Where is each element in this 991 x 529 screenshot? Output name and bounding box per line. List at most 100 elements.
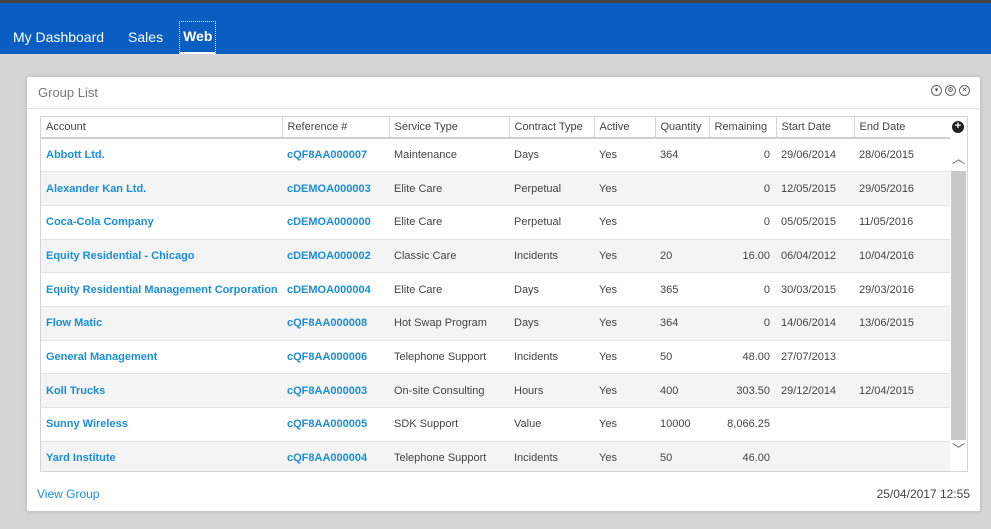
cell-start-date: 30/03/2015: [776, 272, 854, 307]
table-row[interactable]: Sunny Wireless cQF8AA000005 SDK Support Val…: [41, 407, 951, 442]
table-row[interactable]: Flow Matic cQF8AA000008 Hot Swap Program Da…: [41, 306, 951, 341]
table-row[interactable]: Equity Residential Management Corporatio…: [41, 272, 951, 307]
cell-account[interactable]: Equity Residential - Chicago: [41, 239, 282, 274]
cell-remaining: 0: [709, 272, 776, 307]
cell-contract-type: Days: [509, 272, 594, 307]
column-header-service-type[interactable]: Service Type: [389, 117, 510, 139]
cell-reference[interactable]: cDEMOA000004: [282, 272, 389, 307]
cell-remaining: 0: [709, 205, 776, 240]
group-list-table: Account Reference # Service Type Contract T…: [41, 117, 952, 471]
cell-account[interactable]: General Management: [41, 340, 282, 375]
cell-quantity: [655, 171, 709, 206]
dropdown-icon[interactable]: ▾: [931, 85, 942, 96]
scrollbar-thumb[interactable]: [951, 171, 966, 440]
cell-account[interactable]: Koll Trucks: [41, 373, 282, 408]
cell-remaining: 0: [709, 306, 776, 341]
cell-start-date: 29/12/2014: [776, 373, 854, 408]
cell-account[interactable]: Abbott Ltd.: [41, 138, 282, 173]
cell-account[interactable]: Coca-Cola Company: [41, 205, 282, 240]
cell-reference[interactable]: cQF8AA000003: [282, 373, 389, 408]
nav-tab-my-dashboard[interactable]: My Dashboard: [0, 21, 116, 55]
cell-contract-type: Days: [509, 306, 594, 341]
table-row[interactable]: Alexander Kan Ltd. cDEMOA000003 Elite Care…: [41, 171, 951, 206]
column-header-start-date[interactable]: Start Date: [776, 117, 855, 139]
vertical-scrollbar[interactable]: + ︿ ﹀: [950, 117, 967, 471]
cell-contract-type: Incidents: [509, 441, 594, 471]
cell-contract-type: Incidents: [509, 239, 594, 274]
column-header-contract-type[interactable]: Contract Type: [509, 117, 595, 139]
cell-reference[interactable]: cQF8AA000008: [282, 306, 389, 341]
cell-active: Yes: [594, 306, 655, 341]
gear-icon[interactable]: ⚙: [945, 85, 956, 96]
cell-contract-type: Perpetual: [509, 205, 594, 240]
cell-remaining: 16.00: [709, 239, 776, 274]
column-header-remaining[interactable]: Remaining: [709, 117, 777, 139]
cell-remaining: 303.50: [709, 373, 776, 408]
cell-end-date: [854, 340, 951, 375]
cell-end-date: 13/06/2015: [854, 306, 951, 341]
cell-start-date: 29/06/2014: [776, 138, 854, 173]
cell-account[interactable]: Alexander Kan Ltd.: [41, 171, 282, 206]
cell-quantity: 50: [655, 441, 709, 471]
cell-service-type: SDK Support: [389, 407, 509, 442]
cell-active: Yes: [594, 205, 655, 240]
table-row[interactable]: General Management cQF8AA000006 Telephone …: [41, 340, 951, 375]
column-header-active[interactable]: Active: [594, 117, 656, 139]
cell-service-type: Elite Care: [389, 171, 509, 206]
table-row[interactable]: Koll Trucks cQF8AA000003 On-site Consultin…: [41, 373, 951, 408]
cell-reference[interactable]: cQF8AA000004: [282, 441, 389, 471]
cell-reference[interactable]: cQF8AA000005: [282, 407, 389, 442]
cell-contract-type: Days: [509, 138, 594, 173]
cell-quantity: 364: [655, 306, 709, 341]
main-nav: My Dashboard Sales Web: [0, 21, 217, 57]
nav-tab-web[interactable]: Web: [179, 21, 217, 54]
cell-quantity: 20: [655, 239, 709, 274]
cell-start-date: [776, 441, 854, 471]
cell-remaining: 8,066.25: [709, 407, 776, 442]
cell-quantity: 365: [655, 272, 709, 307]
cell-start-date: 05/05/2015: [776, 205, 854, 240]
cell-start-date: [776, 407, 854, 442]
cell-reference[interactable]: cQF8AA000006: [282, 340, 389, 375]
cell-service-type: Maintenance: [389, 138, 509, 173]
cell-account[interactable]: Flow Matic: [41, 306, 282, 341]
cell-active: Yes: [594, 138, 655, 173]
column-header-quantity[interactable]: Quantity: [655, 117, 710, 139]
cell-service-type: Telephone Support: [389, 441, 509, 471]
group-list-grid: Account Reference # Service Type Contract T…: [40, 116, 968, 472]
table-body: Abbott Ltd. cQF8AA000007 Maintenance Days Ye…: [41, 138, 951, 471]
table-row[interactable]: Equity Residential - Chicago cDEMOA000002…: [41, 239, 951, 274]
cell-account[interactable]: Equity Residential Management Corporatio…: [41, 272, 282, 307]
scroll-up-icon[interactable]: ︿: [952, 152, 965, 165]
scroll-down-icon[interactable]: ﹀: [952, 443, 965, 456]
cell-start-date: 14/06/2014: [776, 306, 854, 341]
nav-tab-sales[interactable]: Sales: [116, 21, 175, 55]
view-group-link[interactable]: View Group: [37, 487, 99, 501]
cell-start-date: 27/07/2013: [776, 340, 854, 375]
column-header-end-date[interactable]: End Date: [854, 117, 952, 139]
table-row[interactable]: Yard Institute cQF8AA000004 Telephone Supp…: [41, 441, 951, 471]
cell-end-date: [854, 407, 951, 442]
cell-quantity: 50: [655, 340, 709, 375]
cell-reference[interactable]: cDEMOA000003: [282, 171, 389, 206]
cell-account[interactable]: Sunny Wireless: [41, 407, 282, 442]
add-row-icon[interactable]: +: [952, 121, 964, 133]
group-list-panel: Group List ▾ ⚙ ✕ Account Reference # Servi…: [26, 76, 981, 512]
close-icon[interactable]: ✕: [959, 85, 970, 96]
cell-remaining: 48.00: [709, 340, 776, 375]
table-row[interactable]: Abbott Ltd. cQF8AA000007 Maintenance Days Ye…: [41, 138, 951, 173]
panel-title: Group List: [38, 85, 98, 100]
cell-service-type: On-site Consulting: [389, 373, 509, 408]
cell-active: Yes: [594, 272, 655, 307]
cell-reference[interactable]: cQF8AA000007: [282, 138, 389, 173]
table-row[interactable]: Coca-Cola Company cDEMOA000000 Elite Care P…: [41, 205, 951, 240]
cell-account[interactable]: Yard Institute: [41, 441, 282, 471]
column-header-reference[interactable]: Reference #: [282, 117, 390, 139]
cell-contract-type: Incidents: [509, 340, 594, 375]
cell-contract-type: Value: [509, 407, 594, 442]
cell-reference[interactable]: cDEMOA000000: [282, 205, 389, 240]
cell-reference[interactable]: cDEMOA000002: [282, 239, 389, 274]
column-header-account[interactable]: Account: [41, 117, 283, 139]
panel-header: Group List ▾ ⚙ ✕: [27, 77, 980, 109]
cell-end-date: [854, 441, 951, 471]
